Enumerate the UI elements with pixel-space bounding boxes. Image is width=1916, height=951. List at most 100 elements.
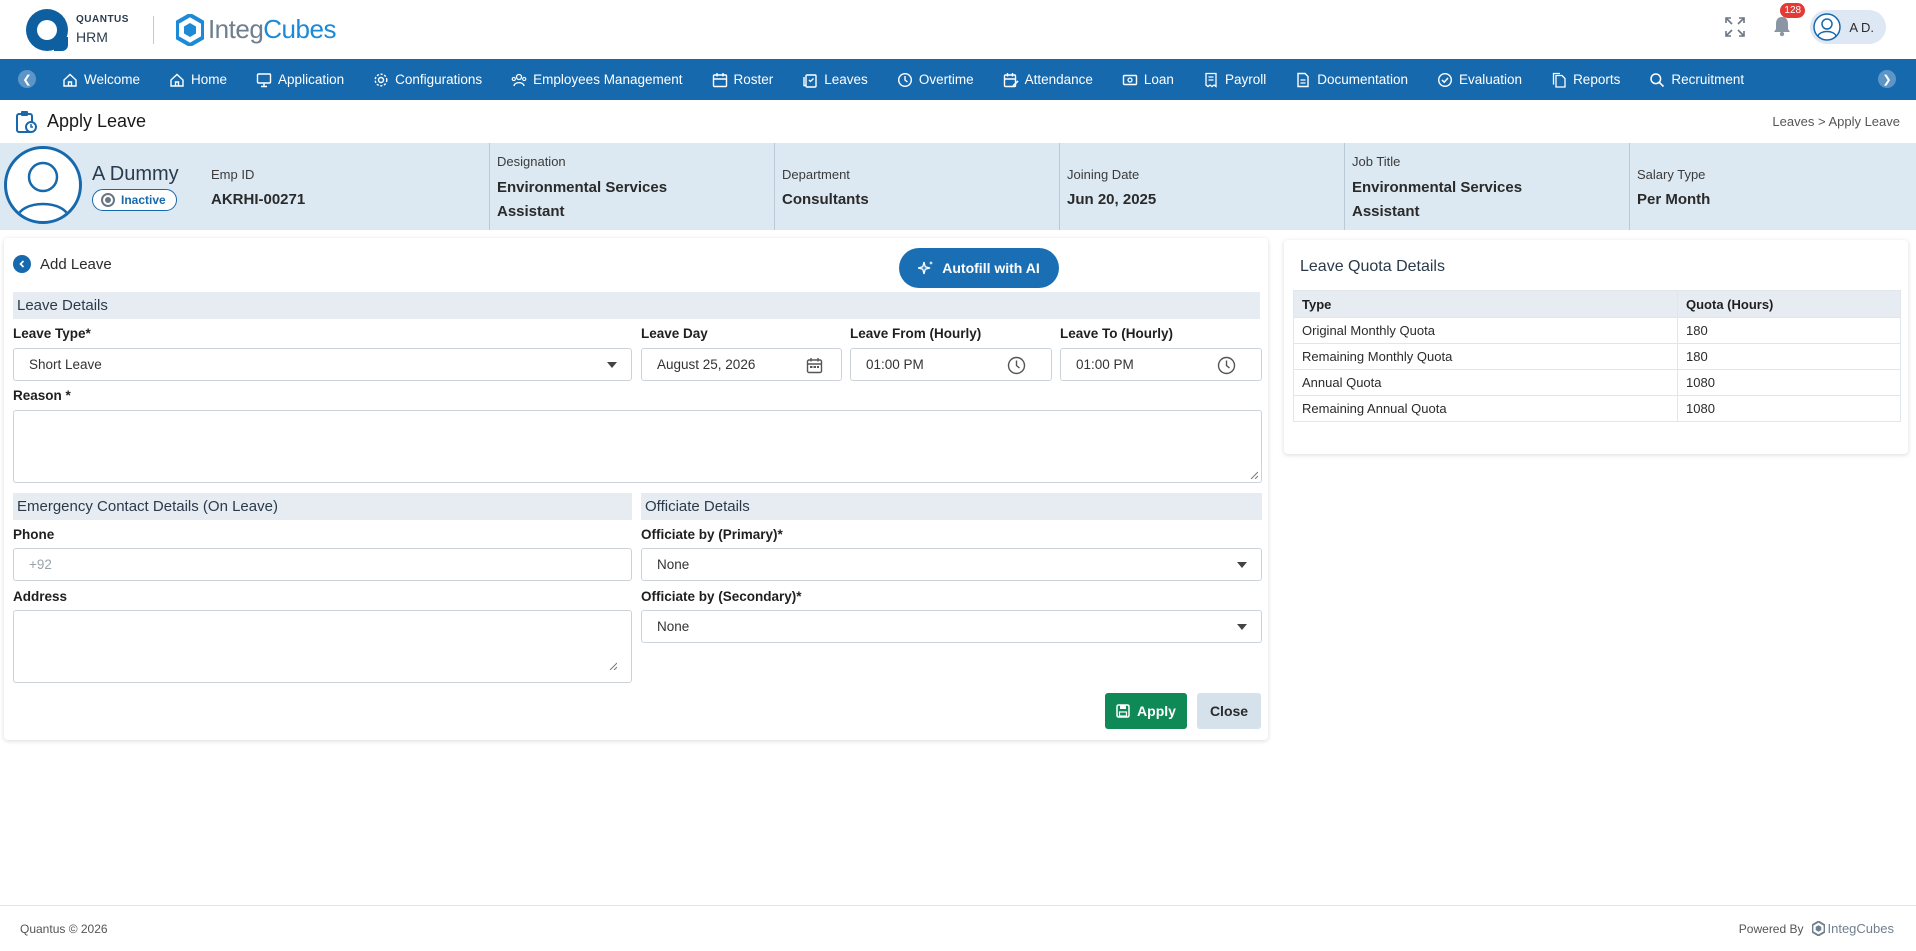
nav-item-overtime[interactable]: Overtime	[897, 72, 974, 88]
clock-icon[interactable]	[1007, 356, 1026, 375]
close-button[interactable]: Close	[1197, 693, 1261, 729]
main-nav: ❮ Welcome Home Application Configurations Em…	[0, 59, 1916, 100]
clipboard-calendar-icon	[16, 110, 37, 133]
designation-label: Designation	[497, 154, 566, 169]
phone-input[interactable]: +92	[13, 548, 632, 581]
clock-icon[interactable]	[1217, 356, 1236, 375]
nav-item-employees-management[interactable]: Employees Management	[511, 72, 683, 88]
top-header: QUANTUS HRM IntegCubes 128 A D.	[0, 0, 1916, 59]
caret-down-icon	[1237, 624, 1247, 630]
nav-item-label: Payroll	[1224, 72, 1267, 87]
nav-scroll-left-button[interactable]: ❮	[18, 70, 36, 88]
resize-handle-icon[interactable]	[1250, 471, 1258, 479]
page-footer: Quantus © 2026 Powered By IntegCubes	[0, 905, 1916, 951]
leave-day-label: Leave Day	[641, 326, 708, 341]
nav-item-payroll[interactable]: Payroll	[1203, 72, 1266, 88]
fullscreen-icon[interactable]	[1724, 16, 1746, 38]
quota-table: Type Quota (Hours) Original Monthly Quot…	[1293, 290, 1901, 422]
quota-header-row: Type Quota (Hours)	[1293, 290, 1901, 318]
breadcrumb[interactable]: Leaves > Apply Leave	[1772, 114, 1900, 129]
nav-item-welcome[interactable]: Welcome	[62, 72, 140, 88]
nav-item-reports[interactable]: Reports	[1551, 72, 1620, 88]
leave-type-select[interactable]: Short Leave	[13, 348, 632, 381]
nav-item-label: Welcome	[84, 72, 141, 87]
reason-label: Reason *	[13, 388, 71, 403]
leave-day-value: August 25, 2026	[657, 357, 756, 372]
powered-by-brand[interactable]: IntegCubes	[1811, 921, 1894, 936]
nav-item-label: Overtime	[918, 72, 974, 87]
officiate-secondary-value: None	[657, 619, 690, 634]
page-title-text: Apply Leave	[47, 111, 147, 131]
leave-to-input[interactable]: 01:00 PM	[1060, 348, 1262, 381]
address-label: Address	[13, 589, 68, 604]
back-button[interactable]	[13, 255, 31, 273]
job-title-line2: Assistant	[1352, 203, 1420, 220]
table-row: Remaining Monthly Quota 180	[1293, 343, 1901, 370]
nav-item-roster[interactable]: Roster	[712, 72, 774, 88]
leave-details-heading: Leave Details	[13, 292, 1260, 319]
leave-from-input[interactable]: 01:00 PM	[850, 348, 1052, 381]
nav-item-attendance[interactable]: Attendance	[1003, 72, 1093, 88]
apply-button[interactable]: Apply	[1105, 693, 1187, 729]
nav-item-recruitment[interactable]: Recruitment	[1649, 72, 1744, 88]
brand-line2: HRM	[76, 29, 108, 45]
home-icon	[63, 73, 77, 87]
calendar-icon[interactable]	[806, 357, 823, 374]
hexagon-logo-icon	[1811, 921, 1825, 936]
user-avatar-icon	[1813, 13, 1842, 41]
leave-to-value: 01:00 PM	[1076, 357, 1134, 372]
nav-scroll-right-button[interactable]: ❯	[1878, 70, 1896, 88]
powered-by: Powered By IntegCubes	[1739, 921, 1894, 936]
joining-label: Joining Date	[1067, 167, 1140, 182]
page-header: Apply Leave Leaves > Apply Leave	[0, 100, 1916, 143]
emp-id-label: Emp ID	[211, 167, 255, 182]
sparkle-icon	[918, 261, 934, 275]
nav-item-documentation[interactable]: Documentation	[1295, 72, 1408, 88]
nav-item-label: Loan	[1143, 72, 1174, 87]
check-circle-icon	[1438, 72, 1453, 87]
leave-to-label: Leave To (Hourly)	[1060, 326, 1174, 341]
powered-by-text: Powered By	[1738, 921, 1804, 936]
nav-item-label: Roster	[733, 72, 774, 87]
quantus-logo[interactable]: QUANTUS HRM	[26, 8, 129, 51]
notifications-button[interactable]: 128	[1772, 2, 1806, 40]
notification-badge: 128	[1780, 2, 1806, 18]
officiate-secondary-select[interactable]: None	[641, 610, 1262, 643]
autofill-ai-button[interactable]: Autofill with AI	[899, 248, 1059, 288]
salary-type-value: Per Month	[1637, 191, 1711, 208]
designation-line2: Assistant	[497, 203, 565, 220]
document-icon	[1297, 72, 1309, 87]
nav-item-configurations[interactable]: Configurations	[373, 72, 482, 88]
nav-item-label: Configurations	[395, 72, 483, 87]
add-leave-card: Add Leave Autofill with AI Leave Details…	[4, 238, 1268, 740]
officiate-primary-select[interactable]: None	[641, 548, 1262, 581]
monitor-icon	[256, 72, 272, 87]
reason-textarea[interactable]	[13, 410, 1262, 483]
status-text: Inactive	[121, 193, 166, 207]
salary-type-block: Salary Type Per Month	[1629, 143, 1909, 230]
leave-from-label: Leave From (Hourly)	[850, 326, 982, 341]
files-icon	[1552, 72, 1566, 88]
table-row: Annual Quota 1080	[1293, 369, 1901, 396]
resize-handle-icon[interactable]	[609, 662, 617, 670]
brand-divider	[152, 15, 154, 44]
nav-item-evaluation[interactable]: Evaluation	[1437, 72, 1522, 88]
nav-item-label: Employees Management	[533, 72, 683, 87]
emergency-contact-heading: Emergency Contact Details (On Leave)	[13, 493, 632, 520]
department-label: Department	[782, 167, 850, 182]
nav-item-leaves[interactable]: Leaves	[802, 72, 868, 88]
brand-line1: QUANTUS	[76, 14, 129, 25]
address-textarea[interactable]	[13, 610, 632, 683]
job-title-line1: Environmental Services	[1352, 179, 1523, 196]
quota-value-cell: 180	[1677, 317, 1901, 344]
search-icon	[1650, 72, 1665, 87]
employee-name: A Dummy	[92, 163, 179, 185]
nav-item-application[interactable]: Application	[256, 72, 344, 88]
nav-item-home[interactable]: Home	[169, 72, 227, 88]
nav-item-label: Application	[278, 72, 345, 87]
leave-day-input[interactable]: August 25, 2026	[641, 348, 842, 381]
integcubes-logo: IntegCubes	[175, 13, 336, 46]
employee-banner: A Dummy Inactive Emp ID AKRHI-00271 Desi…	[0, 143, 1916, 230]
nav-item-loan[interactable]: Loan	[1122, 72, 1174, 88]
user-menu[interactable]: A D.	[1810, 10, 1886, 44]
